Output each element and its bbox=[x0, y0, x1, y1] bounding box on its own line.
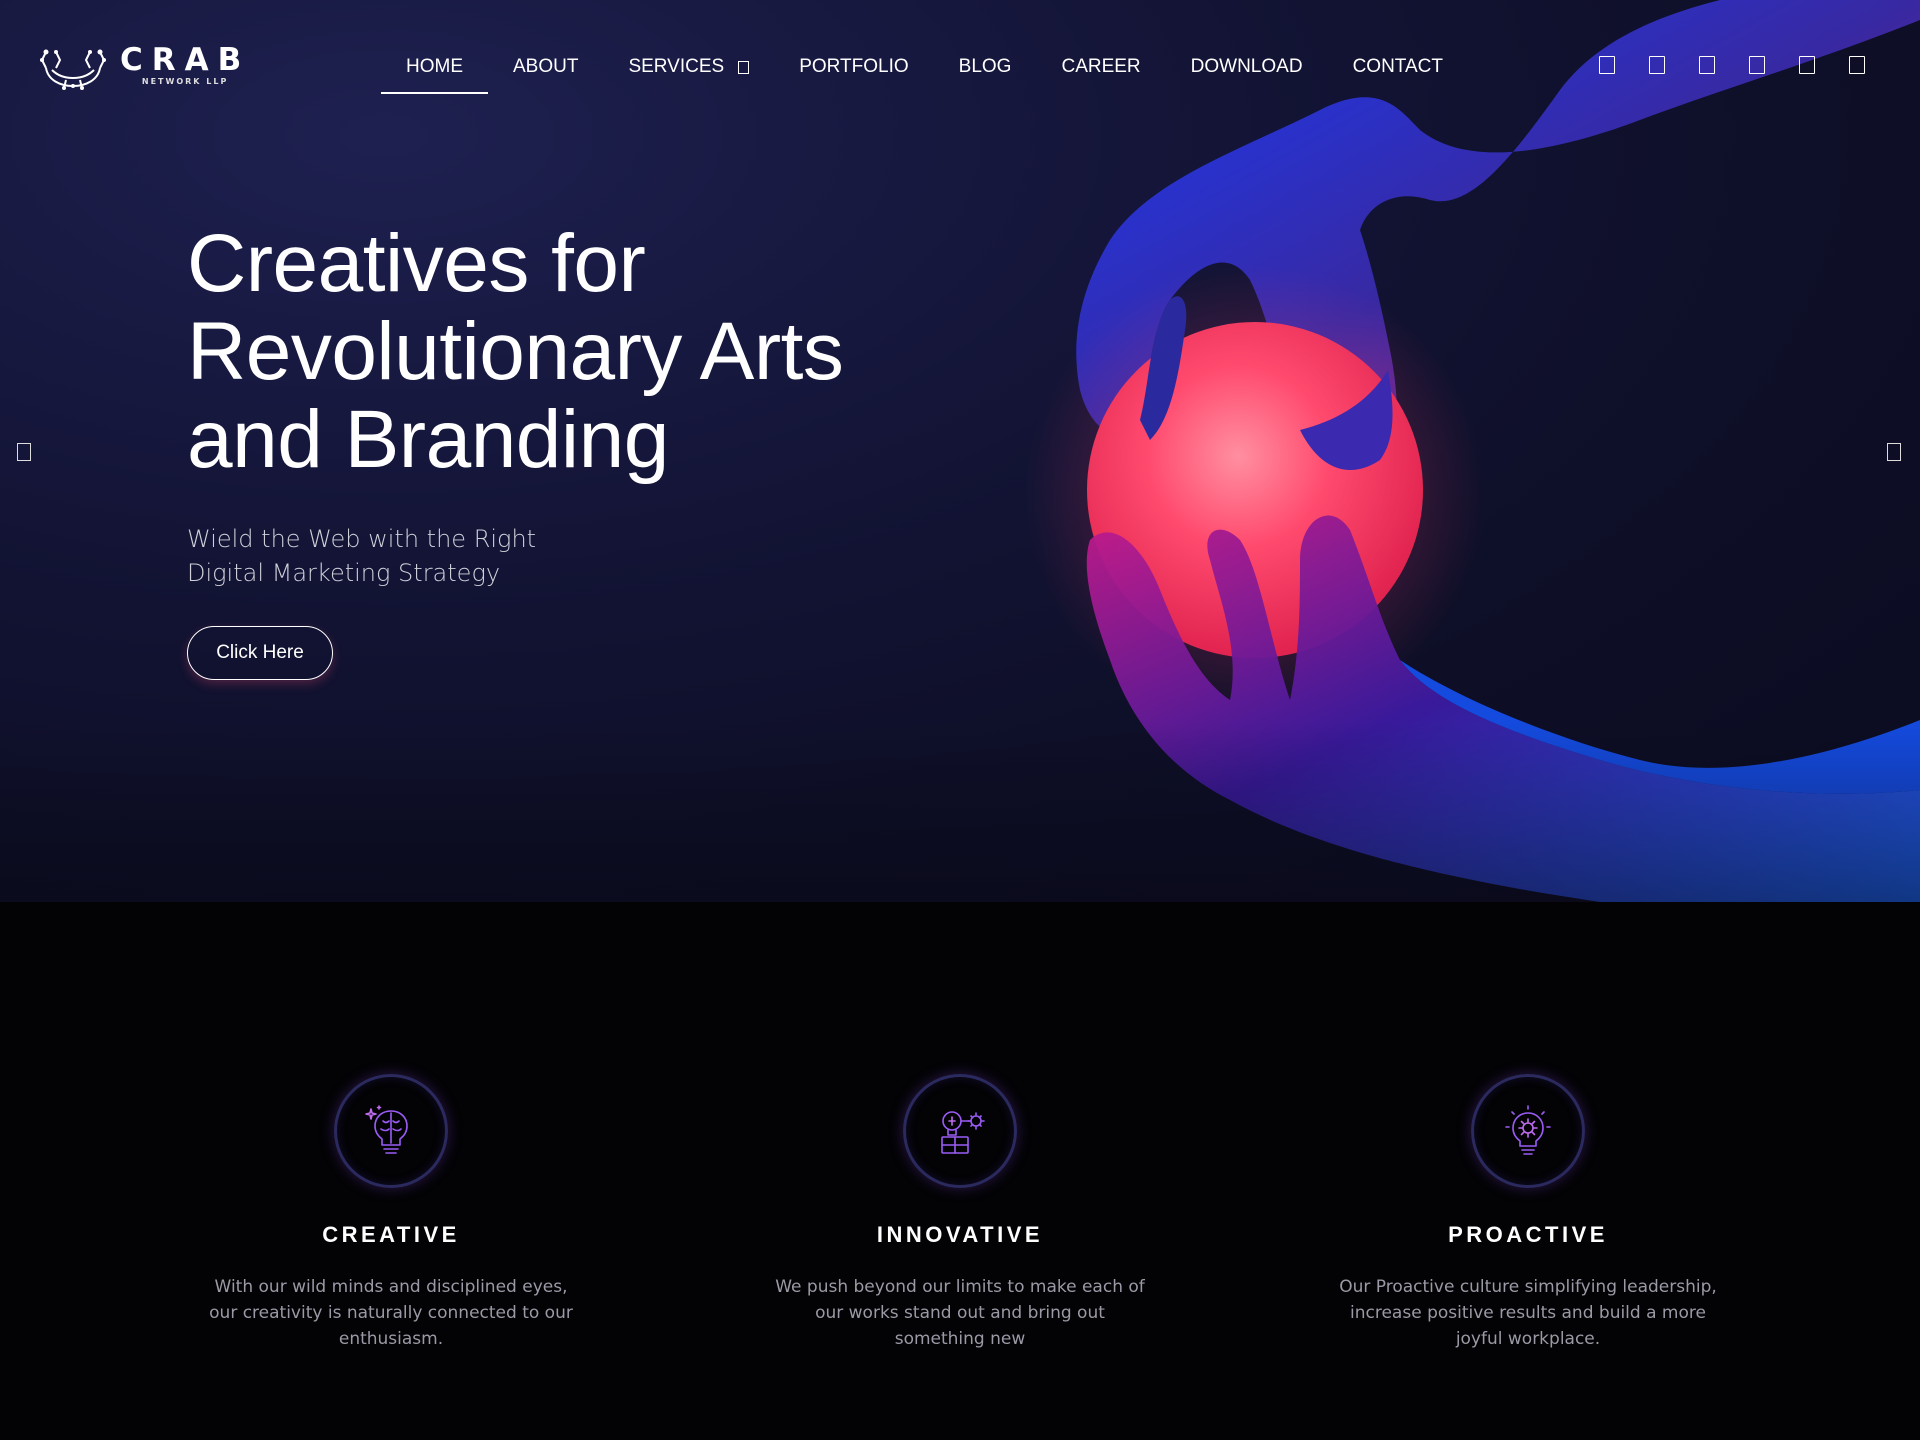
nav-item-services[interactable]: SERVICES bbox=[603, 44, 774, 94]
brand-name: CRAB bbox=[120, 41, 251, 78]
nav-label: CONTACT bbox=[1352, 56, 1443, 77]
feature-proactive: PROACTIVE Our Proactive culture simplify… bbox=[1318, 1074, 1738, 1352]
logo[interactable]: CRAB NETWORK LLP bbox=[38, 38, 258, 92]
nav-label: DOWNLOAD bbox=[1190, 56, 1303, 77]
dropdown-icon bbox=[738, 60, 750, 74]
feature-text: We push beyond our limits to make each o… bbox=[775, 1277, 1145, 1349]
hero-title: Creatives for Revolutionary Arts and Bra… bbox=[187, 218, 844, 485]
nav-item-career[interactable]: CAREER bbox=[1036, 44, 1165, 94]
nav-item-about[interactable]: ABOUT bbox=[488, 44, 603, 94]
feature-icon-circle bbox=[1471, 1074, 1585, 1188]
nav-item-blog[interactable]: BLOG bbox=[934, 44, 1037, 94]
social-icon-4[interactable] bbox=[1749, 56, 1765, 74]
click-here-button[interactable]: Click Here bbox=[187, 626, 333, 680]
nav-label: HOME bbox=[406, 56, 463, 77]
nav-label: SERVICES bbox=[628, 56, 725, 77]
feature-text: With our wild minds and disciplined eyes… bbox=[209, 1277, 573, 1349]
hero-section: Creatives for Revolutionary Arts and Bra… bbox=[0, 0, 1920, 902]
nav-item-download[interactable]: DOWNLOAD bbox=[1166, 44, 1328, 94]
social-icon-6[interactable] bbox=[1849, 56, 1865, 74]
social-icon-2[interactable] bbox=[1649, 56, 1665, 74]
site-header: CRAB NETWORK LLP HOME ABOUT SERVICES POR… bbox=[0, 0, 1920, 96]
slider-next-arrow-icon[interactable] bbox=[1887, 443, 1901, 461]
feature-title: INNOVATIVE bbox=[876, 1222, 1044, 1247]
features-section: CREATIVE With our wild minds and discipl… bbox=[0, 902, 1920, 1440]
nav-item-home[interactable]: HOME bbox=[381, 44, 488, 94]
nav-label: ABOUT bbox=[513, 56, 579, 77]
brand-sub: NETWORK LLP bbox=[141, 76, 229, 86]
slider-prev-arrow-icon[interactable] bbox=[17, 443, 31, 461]
gear-bulb-icon bbox=[1505, 1105, 1551, 1155]
social-links bbox=[1599, 56, 1865, 74]
feature-title: CREATIVE bbox=[322, 1222, 460, 1247]
feature-text: Our Proactive culture simplifying leader… bbox=[1339, 1277, 1717, 1349]
feature-creative: CREATIVE With our wild minds and discipl… bbox=[181, 1074, 601, 1352]
crab-logo-icon bbox=[40, 49, 106, 90]
hero-subtitle: Wield the Web with the Right Digital Mar… bbox=[187, 525, 537, 587]
nav-label: CAREER bbox=[1061, 56, 1141, 77]
social-icon-3[interactable] bbox=[1699, 56, 1715, 74]
innovation-bulb-gear-icon bbox=[941, 1111, 985, 1154]
feature-icon-circle bbox=[334, 1074, 448, 1188]
feature-icon-circle bbox=[903, 1074, 1017, 1188]
nav-item-contact[interactable]: CONTACT bbox=[1328, 44, 1468, 94]
social-icon-1[interactable] bbox=[1599, 56, 1615, 74]
feature-innovative: INNOVATIVE We push beyond our limits to … bbox=[750, 1074, 1170, 1352]
brain-bulb-icon bbox=[365, 1105, 408, 1154]
main-nav: HOME ABOUT SERVICES PORTFOLIO BLOG CAREE… bbox=[381, 44, 1468, 94]
feature-title: PROACTIVE bbox=[1448, 1222, 1608, 1247]
social-icon-5[interactable] bbox=[1799, 56, 1815, 74]
nav-label: BLOG bbox=[958, 56, 1012, 77]
nav-item-portfolio[interactable]: PORTFOLIO bbox=[774, 44, 933, 94]
nav-label: PORTFOLIO bbox=[799, 56, 909, 77]
